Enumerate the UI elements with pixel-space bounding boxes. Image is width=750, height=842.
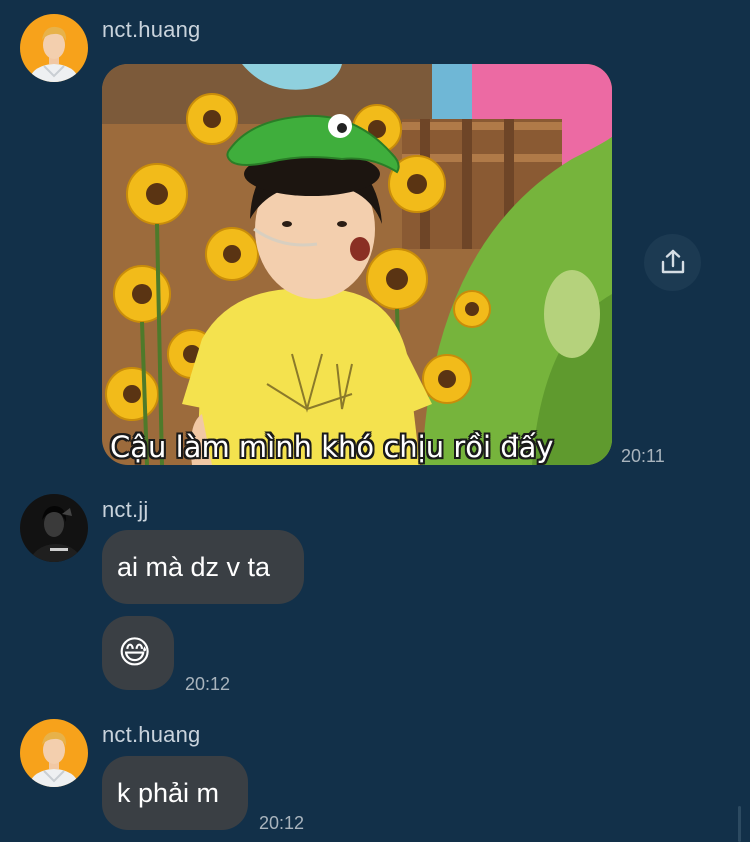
smiling-sweat-emoji: 😅 (118, 633, 152, 671)
sender-name: nct.jj (102, 497, 149, 522)
message-time: 20:11 (621, 446, 665, 466)
message-text: k phải m (117, 778, 220, 808)
share-icon (661, 249, 684, 274)
sender-name: nct.huang (102, 17, 201, 42)
text-message-bubble[interactable]: ai mà dz v ta (102, 530, 304, 604)
message-time: 20:12 (259, 813, 305, 833)
message-time: 20:12 (185, 674, 231, 694)
image-message[interactable]: Cậu làm mình khó chịu rồi đấy (102, 64, 612, 465)
sender-name: nct.huang (102, 722, 201, 747)
message-text: ai mà dz v ta (117, 552, 271, 582)
avatar-nct-huang-image (20, 14, 88, 82)
avatar-nct-huang[interactable] (20, 719, 88, 787)
share-button[interactable] (644, 234, 701, 291)
scrollbar[interactable] (738, 806, 741, 842)
avatar-nct-jj[interactable] (20, 494, 88, 562)
image-message-picture (102, 64, 612, 465)
avatar-nct-huang-image (20, 719, 88, 787)
image-caption: Cậu làm mình khó chịu rồi đấy (110, 430, 554, 464)
avatar-nct-huang[interactable] (20, 14, 88, 82)
emoji-message-bubble[interactable]: 😅 (102, 616, 174, 690)
avatar-nct-jj-image (20, 494, 88, 562)
text-message-bubble[interactable]: k phải m (102, 756, 248, 830)
